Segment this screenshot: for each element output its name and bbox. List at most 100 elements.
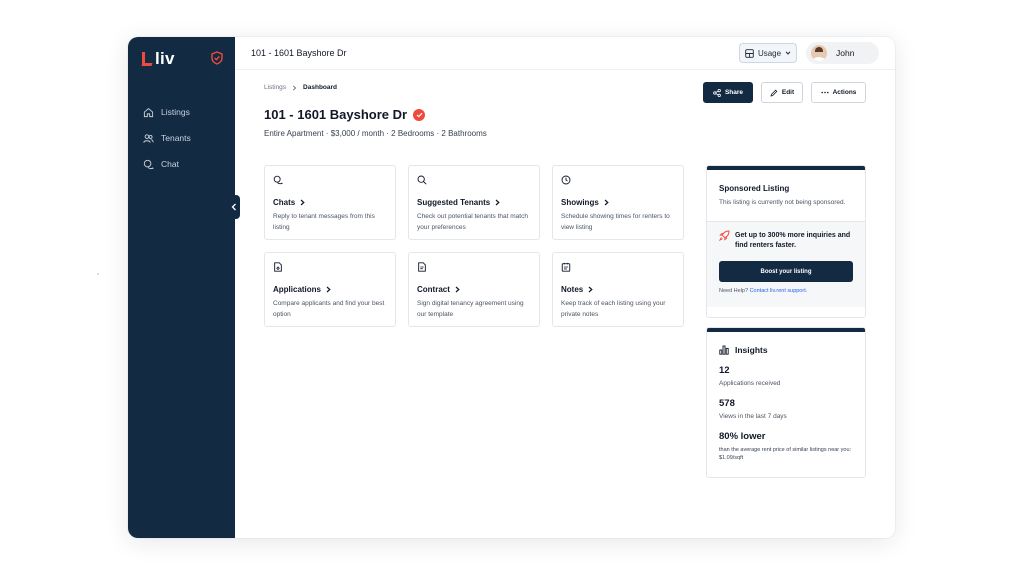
application-icon	[274, 262, 282, 272]
logo-text: liv	[155, 49, 175, 68]
insights-panel: Insights 12 Applications received 578 Vi…	[706, 327, 866, 478]
chevron-right-icon	[326, 286, 331, 293]
sidebar: liv Listings Tenants Chat	[128, 37, 235, 538]
share-button[interactable]: Share	[703, 82, 753, 103]
user-name: John	[836, 48, 855, 58]
listing-title-text: 101 - 1601 Bayshore Dr	[264, 107, 408, 122]
edit-button[interactable]: Edit	[761, 82, 803, 103]
insight-price: 80% lower than the average rent price of…	[707, 431, 865, 462]
promo-text: Get up to 300% more inquiries and find r…	[719, 230, 853, 251]
card-description: Compare applicants and find your best op…	[273, 300, 385, 318]
logo-mark-icon	[142, 52, 152, 66]
sponsored-title: Sponsored Listing	[719, 184, 790, 193]
insights-header: Insights	[707, 332, 865, 355]
insight-value: 12	[719, 365, 730, 376]
card-title: Notes	[561, 285, 675, 294]
card-title: Chats	[273, 198, 387, 207]
actions-button[interactable]: Actions	[811, 82, 866, 103]
page-header-title: 101 - 1601 Bayshore Dr	[251, 48, 347, 58]
breadcrumb-parent[interactable]: Listings	[264, 84, 286, 91]
card-description: Sign digital tenancy agreement using our…	[417, 300, 524, 318]
sidebar-item-listings[interactable]: Listings	[143, 99, 191, 125]
chevron-down-icon	[785, 51, 791, 55]
card-chats[interactable]: Chats Reply to tenant messages from this…	[264, 165, 396, 240]
insight-label: Views in the last 7 days	[719, 413, 787, 420]
card-applications[interactable]: Applications Compare applicants and find…	[264, 252, 396, 327]
chevron-right-icon	[588, 286, 593, 293]
user-menu[interactable]: John	[806, 42, 879, 64]
card-description: Reply to tenant messages from this listi…	[273, 213, 375, 231]
insight-label: Applications received	[719, 380, 781, 387]
boost-listing-button[interactable]: Boost your listing	[719, 261, 853, 282]
more-icon	[820, 91, 829, 94]
boost-promo: Get up to 300% more inquiries and find r…	[707, 221, 865, 307]
insight-views: 578 Views in the last 7 days	[707, 398, 865, 421]
usage-grid-icon	[745, 48, 754, 58]
usage-label: Usage	[757, 48, 782, 58]
card-title: Showings	[561, 198, 675, 207]
card-contract[interactable]: Contract Sign digital tenancy agreement …	[408, 252, 540, 327]
card-description: Check out potential tenants that match y…	[417, 213, 528, 231]
topbar: 101 - 1601 Bayshore Dr Usage John	[235, 37, 895, 70]
main-content: 101 - 1601 Bayshore Dr Usage John Listin…	[235, 37, 895, 538]
clock-icon	[561, 175, 571, 185]
card-description: Schedule showing times for renters to vi…	[561, 213, 670, 231]
insight-value: 80% lower	[719, 431, 766, 442]
sidebar-nav: Listings Tenants Chat	[143, 99, 191, 177]
bar-chart-icon	[719, 345, 729, 355]
insight-value: 578	[719, 398, 735, 409]
sidebar-item-tenants[interactable]: Tenants	[143, 125, 191, 151]
share-icon	[713, 88, 721, 97]
sidebar-item-label: Tenants	[161, 133, 191, 143]
support-link[interactable]: Contact liv.rent support.	[750, 288, 808, 294]
logo[interactable]: liv	[142, 49, 175, 68]
actions-label: Actions	[832, 89, 857, 96]
card-suggested-tenants[interactable]: Suggested Tenants Check out potential te…	[408, 165, 540, 240]
search-icon	[417, 175, 427, 185]
chevron-left-icon	[231, 203, 236, 211]
usage-dropdown[interactable]: Usage	[739, 43, 797, 63]
chat-icon	[143, 159, 154, 169]
card-showings[interactable]: Showings Schedule showing times for rent…	[552, 165, 684, 240]
users-icon	[143, 133, 154, 143]
card-notes[interactable]: Notes Keep track of each listing using y…	[552, 252, 684, 327]
pencil-icon	[770, 89, 778, 97]
insights-title: Insights	[735, 345, 768, 355]
breadcrumb: Listings Dashboard	[264, 84, 337, 91]
chat-icon	[273, 175, 283, 185]
page-title: 101 - 1601 Bayshore Dr	[264, 107, 426, 122]
breadcrumb-current: Dashboard	[303, 84, 337, 91]
card-description: Keep track of each listing using your pr…	[561, 300, 666, 318]
insight-applications: 12 Applications received	[707, 365, 865, 388]
notes-icon	[561, 262, 571, 272]
chevron-right-icon	[292, 84, 297, 91]
sponsored-listing-panel: Sponsored Listing This listing is curren…	[706, 165, 866, 318]
card-title: Suggested Tenants	[417, 198, 531, 207]
feature-cards: Chats Reply to tenant messages from this…	[264, 165, 684, 327]
verified-badge-icon	[413, 108, 426, 121]
card-title: Applications	[273, 285, 387, 294]
rocket-icon	[719, 230, 730, 241]
sidebar-item-label: Chat	[161, 159, 179, 169]
chevron-right-icon	[604, 199, 609, 206]
chevron-right-icon	[300, 199, 305, 206]
app-window: liv Listings Tenants Chat 101 - 1601 Bay…	[128, 37, 895, 538]
insight-label: than the average rent price of similar l…	[719, 447, 852, 461]
sidebar-collapse-button[interactable]	[228, 195, 240, 219]
sponsored-status-text: This listing is currently not being spon…	[719, 199, 846, 206]
home-icon	[143, 107, 154, 117]
chevron-right-icon	[495, 199, 500, 206]
sidebar-item-chat[interactable]: Chat	[143, 151, 191, 177]
help-text: Need Help? Contact liv.rent support.	[719, 288, 808, 294]
avatar	[811, 45, 827, 61]
stray-dot	[97, 273, 99, 275]
shield-check-icon[interactable]	[211, 51, 223, 65]
edit-label: Edit	[781, 89, 795, 96]
card-title: Contract	[417, 285, 531, 294]
sidebar-item-label: Listings	[161, 107, 190, 117]
action-buttons: Share Edit Actions	[703, 82, 866, 103]
chevron-right-icon	[455, 286, 460, 293]
share-label: Share	[724, 89, 744, 96]
contract-icon	[418, 262, 426, 272]
listing-summary: Entire Apartment · $3,000 / month · 2 Be…	[264, 129, 487, 138]
